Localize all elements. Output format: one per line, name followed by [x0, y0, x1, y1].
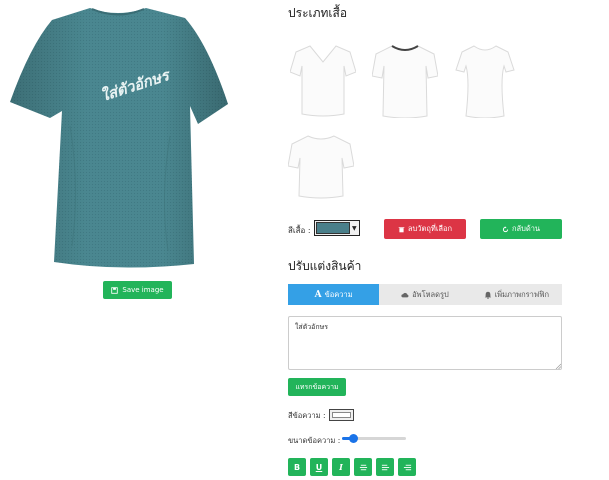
font-icon: A [314, 289, 322, 300]
trash-icon [398, 226, 405, 232]
tab-graphics-label: เพิ่มภาพกราฟฟิก [494, 289, 550, 299]
align-center-icon [359, 464, 367, 470]
save-image-button[interactable]: Save image [103, 281, 172, 299]
italic-button[interactable]: I [332, 458, 350, 476]
insert-text-button[interactable]: แทรกข้อความ [288, 378, 346, 396]
customize-heading: ปรับแต่งสินค้า [288, 259, 362, 273]
tab-upload-label: อัพโหลดรูป [412, 289, 449, 299]
shirt-type-heading: ประเภทเสื้อ [288, 6, 348, 20]
shirt-preview-image: ใส่ตัวอักษร [10, 8, 228, 268]
align-left-icon [381, 464, 389, 470]
delete-selected-button[interactable]: ลบวัตถุที่เลือก [384, 219, 466, 239]
color-swatch [316, 222, 350, 234]
text-color-label: สีข้อความ : [288, 411, 326, 420]
customize-tabs: A ข้อความ อัพโหลดรูป เพิ่มภาพกราฟฟิก [288, 284, 562, 305]
text-color-picker[interactable] [329, 409, 354, 421]
chevron-down-icon: ▼ [352, 224, 357, 232]
text-input[interactable]: ใส่ตัวอักษร [288, 316, 562, 370]
shirt-type-v-neck[interactable] [290, 36, 356, 118]
v-neck-shirt-image [290, 45, 356, 117]
floppy-icon [111, 286, 119, 294]
crew-neck-shirt-image [372, 45, 438, 118]
text-color-swatch [332, 412, 351, 418]
tab-upload[interactable]: อัพโหลดรูป [379, 284, 470, 305]
flip-side-label: กลับด้าน [511, 224, 541, 233]
shirt-type-boxy[interactable] [288, 124, 354, 206]
align-left-button[interactable] [376, 458, 394, 476]
shirt-color-label: สีเสื้อ : [288, 226, 311, 235]
slider-handle[interactable] [348, 434, 358, 443]
delete-selected-label: ลบวัตถุที่เลือก [407, 224, 453, 233]
refresh-icon [502, 225, 509, 232]
tab-graphics[interactable]: เพิ่มภาพกราฟฟิก [471, 284, 562, 305]
womens-fitted-shirt-image [455, 45, 515, 118]
flip-side-button[interactable]: กลับด้าน [480, 219, 562, 239]
bell-icon [484, 291, 491, 299]
shirt-preview: ใส่ตัวอักษร [10, 6, 228, 268]
cloud-upload-icon [401, 292, 409, 297]
align-right-button[interactable] [398, 458, 416, 476]
text-size-slider[interactable] [342, 432, 406, 444]
resize-handle-icon[interactable] [555, 363, 561, 369]
format-toolbar: B U I [288, 458, 416, 476]
boxy-tshirt-image [288, 135, 354, 199]
text-size-label: ขนาดข้อความ : [288, 436, 341, 445]
underline-button[interactable]: U [310, 458, 328, 476]
shirt-type-crew-neck[interactable] [372, 36, 438, 118]
bold-button[interactable]: B [288, 458, 306, 476]
shirt-type-womens-fitted[interactable] [452, 36, 518, 118]
tab-text-label: ข้อความ [324, 289, 353, 299]
shirt-color-select[interactable]: ▼ [314, 220, 360, 236]
align-center-button[interactable] [354, 458, 372, 476]
tab-text[interactable]: A ข้อความ [288, 284, 380, 305]
save-image-label: Save image [122, 286, 164, 294]
align-right-icon [403, 464, 411, 470]
